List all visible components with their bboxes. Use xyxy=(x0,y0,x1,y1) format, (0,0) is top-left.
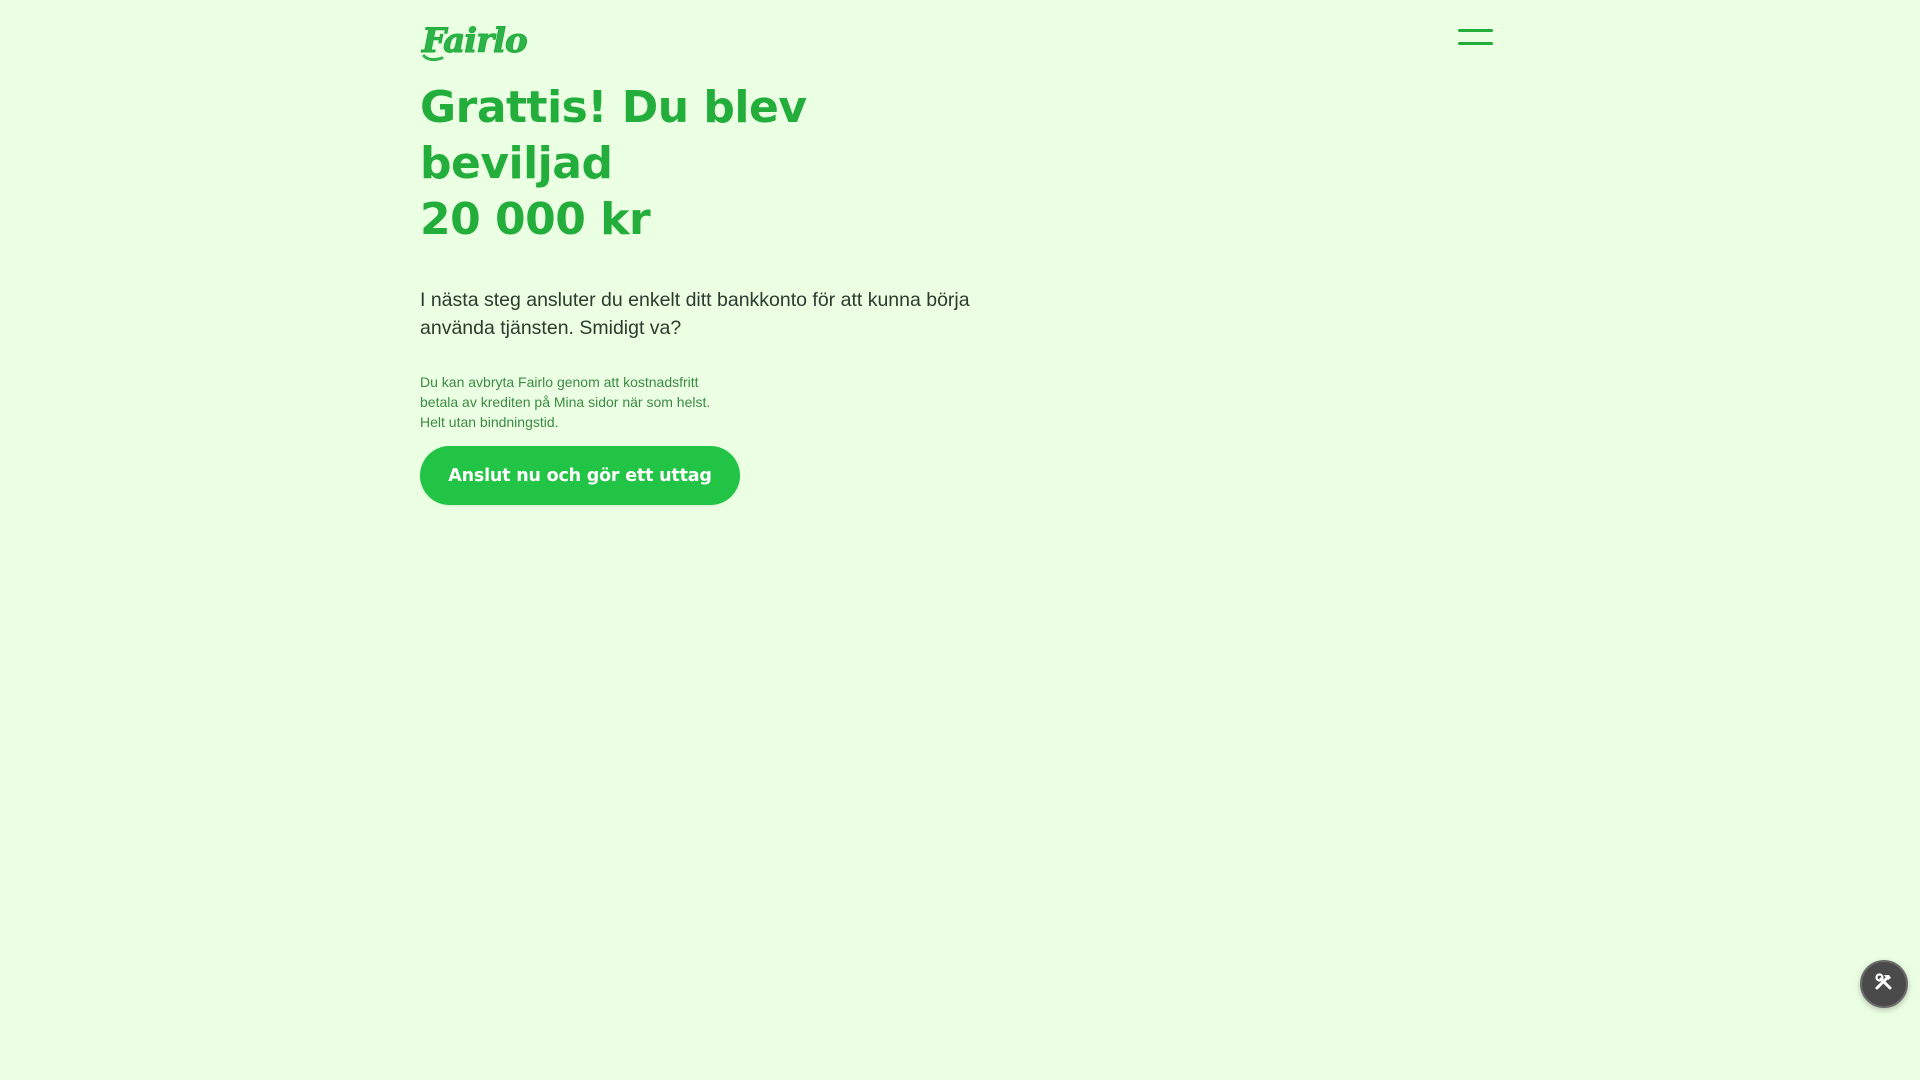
main-content: Grattis! Du blev beviljad 20 000 kr I nä… xyxy=(420,80,1000,505)
connect-and-withdraw-button[interactable]: Anslut nu och gör ett uttag xyxy=(420,446,740,505)
hamburger-menu-icon[interactable] xyxy=(1458,26,1494,52)
cancellation-info-line-2: betala av krediten på Mina sidor när som… xyxy=(420,394,711,410)
cancellation-info-line-1: Du kan avbryta Fairlo genom att kostnads… xyxy=(420,374,699,390)
page-title: Grattis! Du blev beviljad 20 000 kr xyxy=(420,80,1000,248)
menu-line-top xyxy=(1458,29,1493,32)
tools-fab-button[interactable] xyxy=(1860,960,1908,1008)
cancellation-info-line-3: Helt utan bindningstid. xyxy=(420,414,559,430)
site-header: Fairlo xyxy=(420,18,1494,62)
lead-text: I nästa steg ansluter du enkelt ditt ban… xyxy=(420,289,970,339)
svg-text:Fairlo: Fairlo xyxy=(421,21,527,61)
fairlo-logo[interactable]: Fairlo xyxy=(420,18,552,62)
approved-amount: 20 000 kr xyxy=(420,194,651,245)
headline-line-1: Grattis! Du blev beviljad xyxy=(420,82,807,189)
hammer-wrench-icon xyxy=(1873,971,1895,998)
menu-line-bottom xyxy=(1458,42,1493,45)
page: Fairlo Grattis! Du blev beviljad 20 000 … xyxy=(0,0,1920,1080)
cancellation-info: Du kan avbryta Fairlo genom att kostnads… xyxy=(420,372,750,432)
